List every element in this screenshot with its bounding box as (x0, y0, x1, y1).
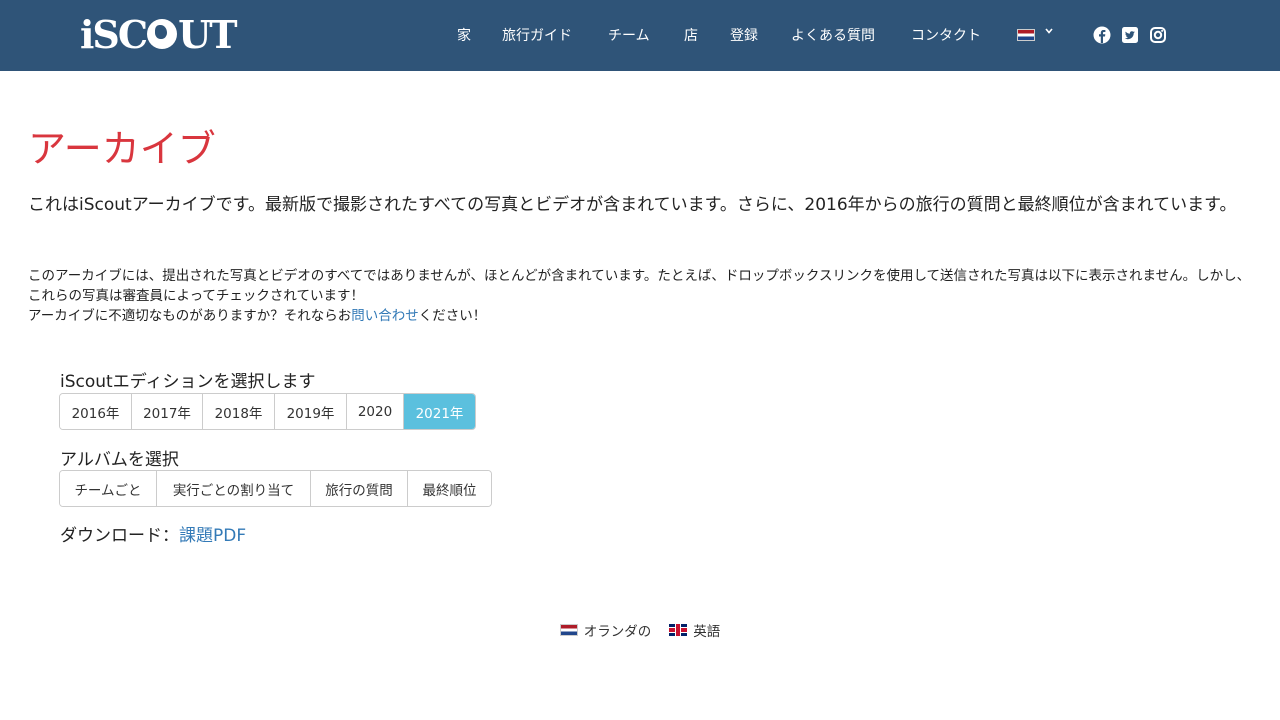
language-english[interactable]: 英語 (669, 620, 720, 640)
flag-nl-icon[interactable] (1017, 29, 1035, 41)
archive-note-line2: アーカイブに不適切なものがありますか？それならお問い合わせください！ (28, 306, 1252, 326)
nav-travel-guide[interactable]: 旅行ガイド (502, 25, 572, 45)
chevron-down-icon[interactable] (1044, 26, 1054, 36)
language-dutch[interactable]: オランダの (559, 620, 652, 640)
flag-uk-icon (669, 624, 688, 636)
assignment-pdf-link[interactable]: 課題PDF (179, 526, 246, 546)
nav-contact[interactable]: コンタクト (911, 25, 981, 45)
language-english-label: 英語 (693, 624, 721, 640)
archive-note: このアーカイブには、提出された写真とビデオのすべてではありませんが、ほとんどが含… (28, 266, 1252, 326)
note-prefix: アーカイブに不適切なものがありますか？それならお (28, 308, 352, 324)
edition-button-group: 2016年 2017年 2018年 2019年 2020 2021年 (59, 393, 476, 430)
album-label: アルバムを選択 (60, 450, 179, 470)
nav-home[interactable]: 家 (457, 25, 471, 45)
page-title: アーカイブ (28, 127, 216, 171)
album-button-group: チームごと 実行ごとの割り当て 旅行の質問 最終順位 (59, 470, 492, 507)
download-row: ダウンロード：課題PDF (60, 521, 246, 546)
edition-button-1[interactable]: 2017年 (132, 394, 203, 429)
nav-register[interactable]: 登録 (730, 25, 758, 45)
facebook-icon[interactable] (1093, 26, 1111, 44)
contact-link[interactable]: 問い合わせ (351, 308, 419, 324)
language-dutch-label: オランダの (583, 624, 652, 640)
nav-team[interactable]: チーム (608, 25, 650, 45)
edition-button-3[interactable]: 2019年 (275, 394, 347, 429)
edition-button-4[interactable]: 2020 (347, 394, 404, 429)
globe-icon (147, 19, 178, 49)
top-navbar: iSC UT 家 旅行ガイド チーム 店 登録 よくある質問 コンタクト (0, 0, 1280, 71)
site-logo[interactable]: iSC UT (80, 12, 238, 57)
album-button-assignment-per-run[interactable]: 実行ごとの割り当て (157, 471, 311, 506)
nav-shop[interactable]: 店 (684, 25, 698, 45)
nav-faq[interactable]: よくある質問 (791, 25, 875, 45)
edition-label: iScoutエディションを選択します (60, 372, 316, 392)
language-footer: オランダの 英語 (0, 620, 1280, 640)
edition-button-2[interactable]: 2018年 (203, 394, 275, 429)
flag-nl-icon (559, 624, 578, 636)
edition-button-5[interactable]: 2021年 (404, 394, 475, 429)
note-suffix: ください！ (418, 308, 487, 324)
album-button-travel-questions[interactable]: 旅行の質問 (311, 471, 408, 506)
archive-note-line1: このアーカイブには、提出された写真とビデオのすべてではありませんが、ほとんどが含… (28, 268, 1251, 304)
twitter-icon[interactable] (1121, 26, 1139, 44)
album-button-final-standings[interactable]: 最終順位 (408, 471, 491, 506)
intro-paragraph: これはiScoutアーカイブです。最新版で撮影されたすべての写真とビデオが含まれ… (28, 195, 1237, 215)
instagram-icon[interactable] (1149, 26, 1167, 44)
download-label: ダウンロード： (60, 526, 179, 546)
album-button-by-team[interactable]: チームごと (60, 471, 157, 506)
edition-button-0[interactable]: 2016年 (60, 394, 132, 429)
